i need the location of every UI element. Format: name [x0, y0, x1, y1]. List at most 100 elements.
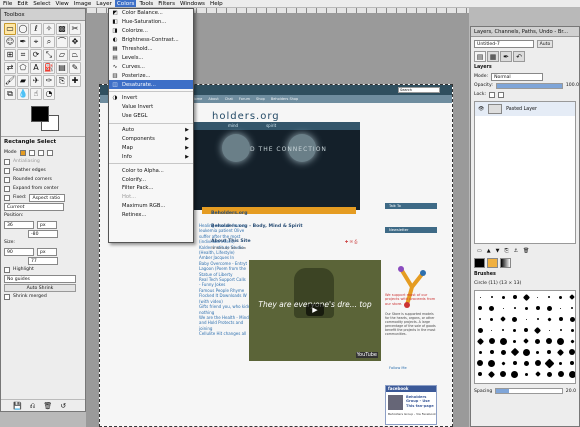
mode-add-icon[interactable] [28, 149, 35, 156]
auto-button[interactable]: Auto [537, 40, 553, 48]
dodge-burn-icon[interactable]: ◔ [43, 88, 55, 100]
brush-swatch[interactable] [535, 338, 540, 344]
menu-filters[interactable]: Filters [156, 0, 177, 7]
brush-swatch[interactable] [536, 350, 539, 354]
delete-layer-icon[interactable]: 🗑 [523, 248, 529, 254]
menu-tools[interactable]: Tools [137, 0, 155, 7]
bucket-fill-icon[interactable]: ⛽ [43, 62, 55, 74]
brush-swatch[interactable] [512, 295, 517, 299]
colors-menu-item[interactable]: ◩ Color Balance... [109, 9, 193, 18]
rounded-checkbox[interactable] [4, 176, 10, 183]
brush-swatch[interactable] [513, 306, 516, 310]
heal-icon[interactable]: ✚ [69, 75, 81, 87]
brush-swatch[interactable] [488, 338, 495, 344]
airbrush-icon[interactable]: ✈ [30, 75, 42, 87]
paths-icon[interactable]: ✒ [17, 36, 29, 48]
raise-layer-icon[interactable]: ▲ [487, 248, 491, 254]
paintbrush-icon[interactable]: 🖌 [4, 75, 16, 87]
opacity-value[interactable]: 100.0 [566, 83, 579, 88]
colors-menu-item[interactable]: ▦ Threshold... [109, 45, 193, 54]
size-w-field[interactable]: 90 [4, 247, 34, 256]
blend-icon[interactable]: ▤ [56, 62, 68, 74]
align-icon[interactable]: ⊞ [4, 49, 16, 61]
brush-swatch[interactable] [501, 295, 505, 299]
shear-icon[interactable]: ▱ [56, 49, 68, 61]
feather-row[interactable]: Feather edges [4, 166, 82, 175]
gradients-tab-icon[interactable] [500, 258, 511, 268]
cage-icon[interactable]: ⬠ [17, 62, 29, 74]
brush-swatch[interactable] [571, 307, 573, 309]
colors-menu-item[interactable]: ◫ Desaturate... [109, 80, 193, 90]
colors-menu-item[interactable]: Hot... [109, 193, 193, 202]
brush-swatch[interactable] [500, 349, 506, 355]
fixed-select[interactable]: Aspect ratio [29, 193, 66, 202]
brush-swatch[interactable] [556, 348, 565, 356]
foreground-select-icon[interactable]: ☺ [4, 36, 16, 48]
layers-tab-icon[interactable]: ▤ [474, 51, 486, 62]
colors-menu-item[interactable]: ▥ Posterize... [109, 71, 193, 80]
brush-swatch[interactable] [570, 328, 574, 332]
colors-menu-item[interactable]: Colorify... [109, 175, 193, 184]
blur-icon[interactable]: 💧 [17, 88, 29, 100]
brush-swatch[interactable] [570, 361, 574, 365]
brush-swatch[interactable] [510, 347, 519, 357]
brush-swatch[interactable] [568, 370, 575, 378]
feather-checkbox[interactable] [4, 167, 10, 174]
mode-replace-icon[interactable] [19, 149, 26, 156]
brush-swatch[interactable] [546, 316, 552, 322]
brush-swatch[interactable] [477, 327, 483, 333]
color-select-icon[interactable]: ▩ [56, 23, 68, 35]
patterns-tab-icon[interactable] [487, 258, 498, 268]
ellipse-select-icon[interactable]: ◯ [17, 23, 29, 35]
undo-tab-icon[interactable]: ↶ [513, 51, 525, 62]
position-y-field[interactable]: -80 [28, 229, 58, 238]
rect-select-icon[interactable]: ▭ [4, 23, 16, 35]
colors-menu-item[interactable]: Auto ▶ [109, 126, 193, 135]
menu-edit[interactable]: Edit [15, 0, 30, 7]
measure-icon[interactable]: ⌒ [56, 36, 68, 48]
brush-swatch[interactable] [487, 370, 496, 378]
brush-swatch[interactable] [544, 358, 554, 368]
colors-menu-item[interactable]: ◑ Invert [109, 94, 193, 103]
brush-swatch[interactable] [513, 339, 516, 343]
antialiasing-checkbox[interactable] [4, 158, 10, 165]
colors-menu-item[interactable]: Color to Alpha... [109, 166, 193, 175]
restore-options-icon[interactable]: ⎌ [30, 403, 36, 410]
brush-swatch[interactable] [479, 296, 481, 298]
brush-swatch[interactable] [548, 329, 550, 331]
brush-swatch[interactable] [490, 317, 493, 321]
brush-swatch[interactable] [557, 371, 564, 377]
brush-swatch[interactable] [559, 329, 562, 331]
brush-swatch[interactable] [523, 338, 529, 344]
clone-icon[interactable]: ⎘ [56, 75, 68, 87]
brush-swatch[interactable] [488, 359, 495, 367]
crop-icon[interactable]: ⌗ [17, 49, 29, 61]
visibility-eye-icon[interactable]: 👁 [478, 107, 484, 112]
lock-pixels-checkbox[interactable] [489, 91, 496, 98]
brush-swatch[interactable] [569, 316, 575, 322]
brushes-tab-icon[interactable] [474, 258, 485, 268]
image-select[interactable]: Untitled-7 [474, 40, 534, 48]
brush-swatch[interactable] [535, 306, 540, 310]
brush-swatch[interactable] [522, 293, 530, 301]
scissors-icon[interactable]: ✂ [69, 23, 81, 35]
color-picker-icon[interactable]: ⌖ [30, 36, 42, 48]
brush-swatch[interactable] [502, 329, 504, 331]
layer-row[interactable]: 👁 Pasted Layer [475, 102, 575, 116]
menu-image[interactable]: Image [72, 0, 94, 7]
brush-swatch[interactable] [524, 306, 528, 310]
highlight-checkbox[interactable] [4, 266, 10, 273]
brush-swatch[interactable] [502, 307, 504, 309]
brush-swatch[interactable] [546, 338, 552, 344]
brush-swatch[interactable] [490, 329, 493, 331]
shrink-merged-checkbox[interactable] [4, 293, 10, 300]
brush-swatch[interactable] [478, 350, 482, 354]
brush-swatch[interactable] [546, 371, 552, 377]
text-icon[interactable]: A [30, 62, 42, 74]
menu-file[interactable]: File [1, 0, 14, 7]
brush-swatch[interactable] [512, 361, 517, 365]
mode-intersect-icon[interactable] [46, 149, 53, 156]
duplicate-layer-icon[interactable]: ⎘ [504, 248, 508, 254]
anchor-layer-icon[interactable]: ⚓ [513, 248, 517, 254]
brush-swatch[interactable] [569, 349, 575, 355]
